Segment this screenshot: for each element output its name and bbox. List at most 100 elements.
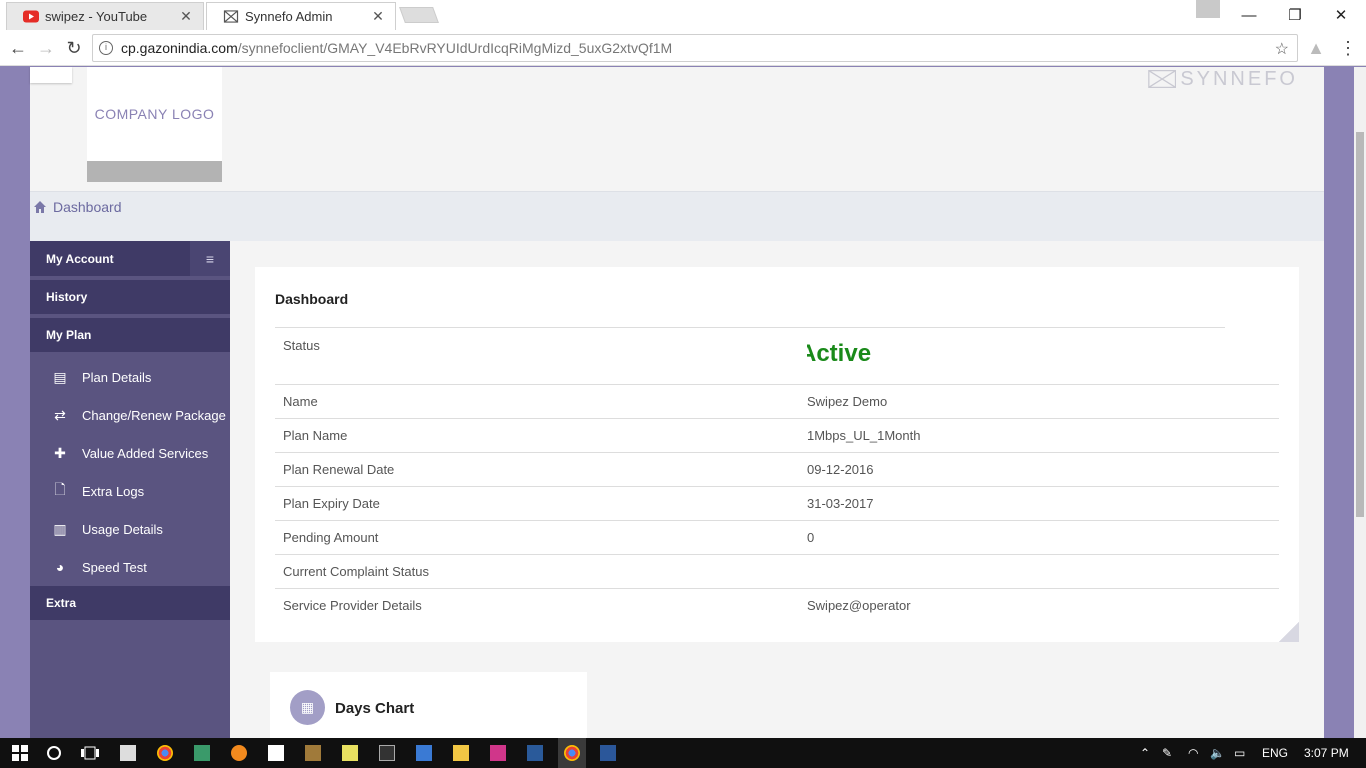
row-key: Plan Expiry Date: [283, 496, 380, 511]
sidebar-item-label: Extra Logs: [82, 483, 145, 499]
close-window-button[interactable]: ✕: [1318, 0, 1364, 30]
wifi-icon[interactable]: ◠: [1188, 738, 1198, 768]
folder-icon[interactable]: [451, 743, 471, 763]
search-circle-icon[interactable]: [44, 743, 64, 763]
close-tab-icon[interactable]: ✕: [371, 8, 385, 25]
row-key: Current Complaint Status: [283, 564, 429, 579]
tab-title: Synnefo Admin: [245, 9, 333, 24]
hamburger-menu-icon[interactable]: ≡: [190, 241, 230, 276]
table-row: Plan Expiry Date 31-03-2017: [275, 486, 1279, 520]
chrome-active-icon[interactable]: [558, 738, 586, 768]
sql-icon[interactable]: [525, 743, 545, 763]
sidebar-item-value-added-services[interactable]: ✚ Value Added Services: [30, 434, 230, 472]
terminal-icon[interactable]: [377, 743, 397, 763]
sidebar-item-extra-logs[interactable]: 🗋 Extra Logs: [30, 472, 230, 510]
breadcrumb-label: Dashboard: [53, 199, 122, 215]
table-row: Plan Renewal Date 09-12-2016: [275, 452, 1279, 486]
chrome-icon[interactable]: [155, 743, 175, 763]
tray-up-arrow-icon[interactable]: ⌃: [1140, 738, 1150, 768]
scrollbar-thumb[interactable]: [1356, 132, 1364, 517]
tab-youtube[interactable]: swipez - YouTube ✕: [6, 2, 204, 30]
sidebar-item-usage-details[interactable]: ▥ Usage Details: [30, 510, 230, 548]
logo-bar: [87, 161, 222, 182]
breadcrumb[interactable]: Dashboard: [33, 199, 122, 215]
url-bar[interactable]: i cp.gazonindia.com/synnefoclient/GMAY_V…: [92, 34, 1298, 62]
row-value: 31-03-2017: [807, 496, 874, 511]
calculator-icon[interactable]: [118, 743, 138, 763]
app-icon[interactable]: [488, 743, 508, 763]
firefox-icon[interactable]: [229, 743, 249, 763]
swap-arrows-icon: ⇄: [54, 406, 66, 423]
sidebar-item-change-renew-package[interactable]: ⇄ Change/Renew Package: [30, 396, 230, 434]
windows-start-icon[interactable]: [10, 743, 30, 763]
language-indicator[interactable]: ENG: [1262, 738, 1288, 768]
word-icon[interactable]: [598, 743, 618, 763]
notes-icon[interactable]: [340, 743, 360, 763]
forward-arrow-icon[interactable]: →: [34, 36, 58, 60]
brand-logo: SYNNEFO: [1148, 67, 1298, 91]
page-header: COMPANY LOGO SYNNEFO: [30, 67, 1324, 191]
page-scrollbar[interactable]: [1354, 67, 1366, 738]
table-row: Current Complaint Status: [275, 554, 1279, 588]
sidebar-item-label: Speed Test: [82, 559, 147, 575]
clock[interactable]: 3:07 PM: [1304, 738, 1349, 768]
extension-icon[interactable]: ▲: [1304, 36, 1328, 60]
app-icon[interactable]: [414, 743, 434, 763]
ime-icon[interactable]: ✎: [1162, 738, 1172, 768]
address-bar-row: ← → ↻ i cp.gazonindia.com/synnefoclient/…: [0, 30, 1366, 66]
url-host: cp.gazonindia.com: [121, 40, 238, 56]
tab-title: swipez - YouTube: [45, 9, 148, 24]
sidebar-item-speed-test[interactable]: ◕ Speed Test: [30, 548, 230, 586]
days-chart-card: ▦ Days Chart: [270, 672, 587, 738]
bookmark-star-icon[interactable]: ☆: [1275, 39, 1289, 59]
synnefo-logo-icon: [1148, 70, 1177, 88]
row-value: Swipez@operator: [807, 598, 911, 613]
days-chart-title: Days Chart: [335, 700, 415, 717]
table-row: Plan Name 1Mbps_UL_1Month: [275, 418, 1279, 452]
minimize-button[interactable]: —: [1226, 0, 1272, 30]
main-content: Dashboard Status Active Name Swipez Demo…: [230, 241, 1324, 738]
volume-icon[interactable]: 🔈: [1210, 738, 1225, 768]
calendar-icon: ▦: [290, 690, 325, 725]
reload-icon[interactable]: ↻: [62, 36, 86, 60]
sidebar-section-label: My Account: [46, 251, 114, 266]
table-row-status: Status Active: [275, 327, 1225, 384]
network-tool-icon[interactable]: [192, 743, 212, 763]
sidebar-item-plan-details[interactable]: ▤ Plan Details: [30, 358, 230, 396]
page-viewport: COMPANY LOGO SYNNEFO Dashboard My Accoun…: [0, 67, 1354, 738]
file-icon: 🗋: [54, 481, 66, 497]
close-tab-icon[interactable]: ✕: [179, 8, 193, 25]
browser-tab-strip: swipez - YouTube ✕ Synnefo Admin ✕ — ❐ ✕: [0, 0, 1366, 30]
row-key: Plan Renewal Date: [283, 462, 395, 477]
app-icon[interactable]: [303, 743, 323, 763]
document-icon[interactable]: [266, 743, 286, 763]
plus-icon: ✚: [54, 444, 66, 461]
row-value: Swipez Demo: [807, 394, 888, 409]
sidebar: My Account ≡ History My Plan ▤ Plan Deta…: [30, 241, 230, 738]
my-plan-submenu: ▤ Plan Details ⇄ Change/Renew Package ✚ …: [30, 356, 230, 586]
site-info-icon[interactable]: i: [99, 41, 113, 55]
sidebar-section-my-plan[interactable]: My Plan: [30, 318, 230, 352]
notification-icon[interactable]: ▭: [1234, 738, 1245, 768]
url-path: /synnefoclient/GMAY_V4EbRvRYUIdUrdIcqRiM…: [237, 40, 673, 56]
task-view-icon[interactable]: [80, 743, 100, 763]
windows-taskbar: ⌃ ✎ ◠ 🔈 ▭ ENG 3:07 PM: [0, 738, 1366, 768]
browser-menu-icon[interactable]: ⋮: [1336, 36, 1360, 60]
speedometer-icon: ◕: [55, 559, 65, 575]
row-key: Service Provider Details: [283, 598, 422, 613]
row-value: 0: [807, 530, 815, 545]
sidebar-item-label: Change/Renew Package: [82, 407, 226, 423]
row-value: 09-12-2016: [807, 462, 874, 477]
row-value: 1Mbps_UL_1Month: [807, 428, 921, 443]
sidebar-section-history[interactable]: History: [30, 280, 230, 314]
profile-icon[interactable]: [1196, 0, 1220, 18]
bar-chart-icon: ▥: [53, 520, 67, 537]
new-tab-button[interactable]: [399, 7, 439, 23]
back-arrow-icon[interactable]: ←: [6, 36, 30, 60]
sidebar-section-my-account[interactable]: My Account ≡: [30, 241, 230, 276]
tab-synnefo-admin[interactable]: Synnefo Admin ✕: [206, 2, 396, 30]
company-logo: COMPANY LOGO: [87, 67, 222, 161]
brand-name: SYNNEFO: [1180, 67, 1298, 90]
maximize-button[interactable]: ❐: [1272, 0, 1318, 30]
sidebar-section-extra[interactable]: Extra: [30, 586, 230, 620]
